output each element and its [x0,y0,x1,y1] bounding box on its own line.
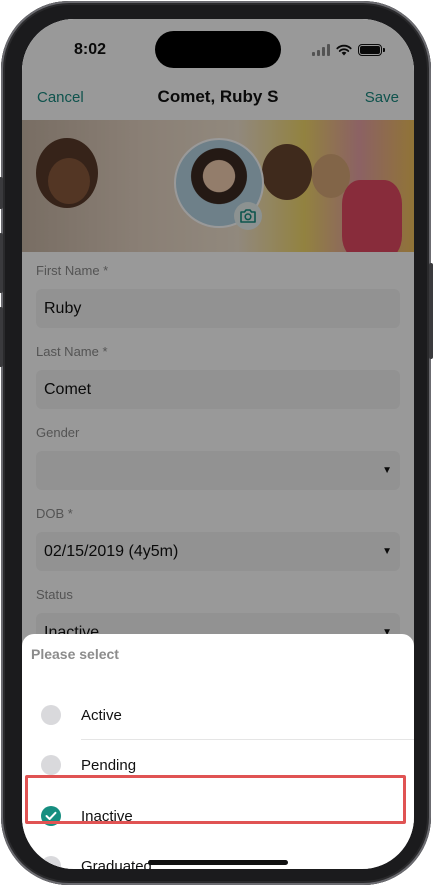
status-picker-sheet: Please select Active Pending Inactive Gr… [22,634,414,869]
sheet-title: Please select [31,646,119,662]
power-button [429,263,433,359]
option-active[interactable]: Active [22,690,414,740]
action-button [0,177,3,209]
selection-highlight [25,775,406,824]
option-label: Active [81,706,122,724]
phone-frame: 8:02 Cancel Comet, Ruby S Save First Nam… [0,1,433,885]
option-label: Pending [81,756,137,774]
volume-up-button [0,233,3,293]
radio-unchecked-icon [41,755,61,775]
option-label: Graduated [81,857,152,870]
screen: 8:02 Cancel Comet, Ruby S Save First Nam… [22,19,414,869]
home-indicator [148,860,288,865]
volume-down-button [0,307,3,367]
radio-unchecked-icon [41,705,61,725]
radio-unchecked-icon [41,856,61,869]
